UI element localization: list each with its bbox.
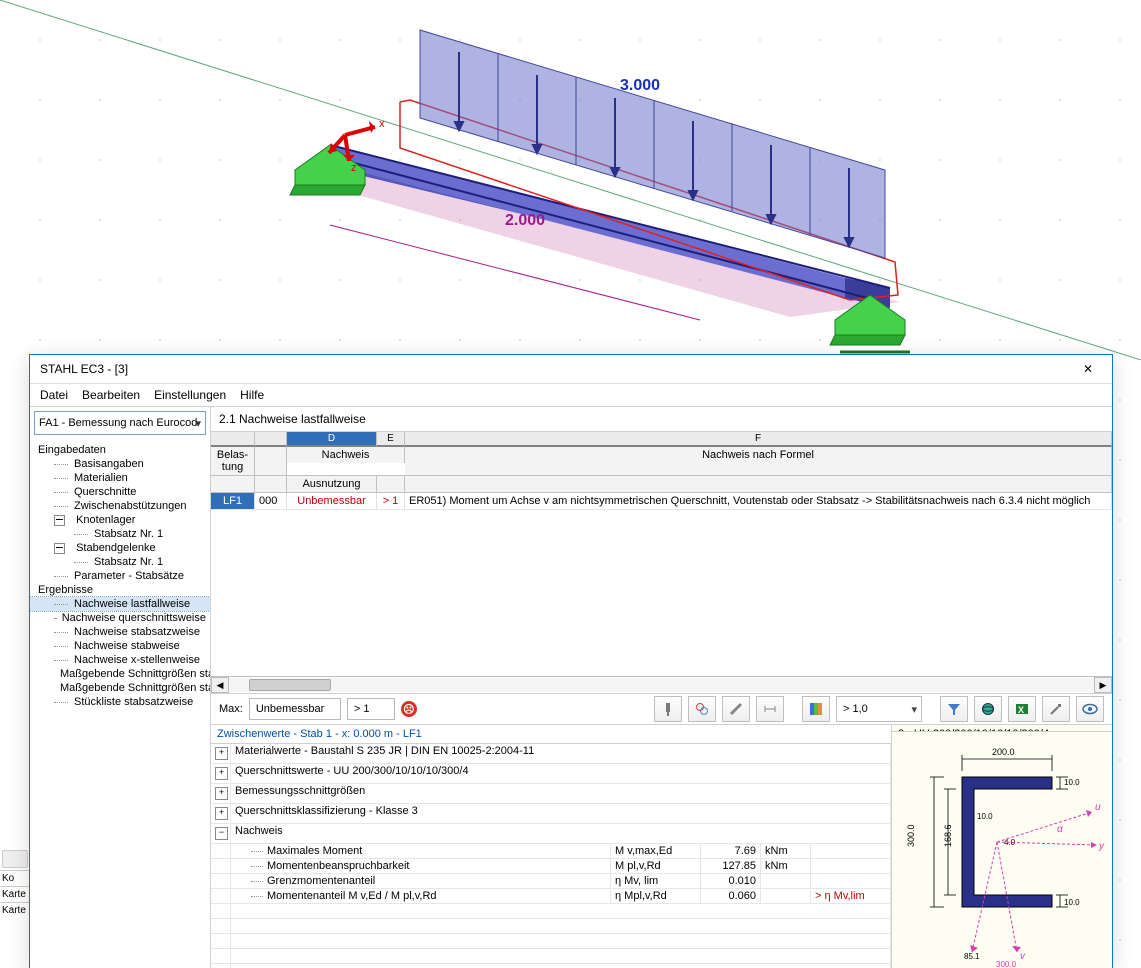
tool-eye-icon[interactable] — [1076, 696, 1104, 722]
svg-text:α: α — [1057, 824, 1063, 835]
window-title: STAHL EC3 - [3] — [40, 362, 1070, 376]
svg-text:z: z — [351, 162, 357, 174]
expand-icon[interactable]: + — [215, 787, 228, 800]
case-selector[interactable]: FA1 - Bemessung nach Eurocod — [34, 411, 206, 435]
tool-globe-icon[interactable] — [974, 696, 1002, 722]
col-d[interactable]: D — [287, 432, 377, 447]
svg-text:300.0: 300.0 — [906, 824, 916, 847]
expand-icon[interactable]: + — [215, 807, 228, 820]
max-ratio: > 1 — [347, 698, 395, 720]
tool-colorscale-icon[interactable] — [802, 696, 830, 722]
detail-row[interactable]: Momentenanteil M v,Ed / M pl,v,Rdη Mpl,v… — [211, 889, 891, 904]
svg-text:10.0: 10.0 — [1064, 898, 1080, 907]
col-f[interactable]: F — [405, 432, 1112, 447]
detail-grid[interactable]: +Materialwerte - Baustahl S 235 JR | DIN… — [211, 744, 891, 968]
tree-querschnitte[interactable]: Querschnitte — [30, 485, 210, 499]
tool-pick-icon[interactable] — [1042, 696, 1070, 722]
expand-icon[interactable]: + — [215, 747, 228, 760]
max-label: Max: — [219, 703, 243, 715]
svg-text:u: u — [1095, 802, 1101, 813]
tool-member-icon[interactable] — [722, 696, 750, 722]
menu-datei[interactable]: Datei — [40, 388, 68, 402]
scroll-thumb[interactable] — [249, 679, 331, 691]
tree-massgebende-stabsatzweise[interactable]: Maßgebende Schnittgrößen stabsatzweise — [30, 681, 210, 695]
detail-row[interactable]: Grenzmomentenanteilη Mv, lim0.010 — [211, 874, 891, 889]
tree-zwischenabstuetzungen[interactable]: Zwischenabstützungen — [30, 499, 210, 513]
error-icon: ☹ — [401, 701, 417, 717]
collapse-icon[interactable]: − — [215, 827, 228, 840]
svg-text:y: y — [1098, 841, 1105, 852]
svg-text:x: x — [379, 118, 385, 130]
cross-section-title: 3 - UU 200/300/10/10/10/300/4 — [892, 725, 1112, 732]
dialog-window: STAHL EC3 - [3] ✕ Datei Bearbeiten Einst… — [29, 354, 1113, 968]
hdr-ausnutzung: Ausnutzung — [287, 476, 377, 493]
hdr-belastung: Belas- tung — [211, 447, 255, 475]
filter-combo[interactable]: > 1,0 — [836, 696, 922, 722]
svg-text:v: v — [1020, 951, 1026, 962]
tool-balloon-icon[interactable] — [688, 696, 716, 722]
menu-bar: Datei Bearbeiten Einstellungen Hilfe — [30, 384, 1112, 406]
close-button[interactable]: ✕ — [1070, 357, 1106, 381]
tool-excel-icon[interactable]: X — [1008, 696, 1036, 722]
svg-text:10.0: 10.0 — [1064, 778, 1080, 787]
tree-knotenlager-stabsatz1[interactable]: Stabsatz Nr. 1 — [30, 527, 210, 541]
load-bottom-label: 2.000 — [505, 212, 545, 229]
load-top-label: 3.000 — [620, 77, 660, 94]
svg-text:85.1: 85.1 — [964, 952, 980, 961]
col-e[interactable]: E — [377, 432, 405, 447]
max-status: Unbemessbar — [249, 698, 341, 720]
viewport-3d[interactable]: x z — [0, 0, 1141, 360]
section-title: 2.1 Nachweise lastfallweise — [211, 407, 1112, 432]
scroll-left[interactable]: ◀ — [211, 677, 229, 693]
tree-materialien[interactable]: Materialien — [30, 471, 210, 485]
hdr-nachweis: Nachweis — [287, 447, 405, 463]
tool-pin-icon[interactable] — [654, 696, 682, 722]
parent-panel-peek: Ko Karte Karte — [0, 848, 30, 968]
svg-text:168.6: 168.6 — [943, 824, 953, 847]
proof-status: Unbemessbar — [287, 493, 377, 509]
svg-text:200.0: 200.0 — [992, 747, 1015, 757]
tree-eingabedaten[interactable]: Eingabedaten — [30, 443, 210, 457]
tree-nachweise-lastfallweise[interactable]: Nachweise lastfallweise — [30, 597, 210, 611]
tree-stabendgelenke[interactable]: Stabendgelenke — [30, 541, 210, 555]
svg-text:10.0: 10.0 — [977, 812, 993, 821]
tree-stueckliste[interactable]: Stückliste stabsatzweise — [30, 695, 210, 709]
detail-row[interactable]: Maximales MomentM v,max,Ed7.69kNm — [211, 844, 891, 859]
scroll-right[interactable]: ▶ — [1094, 677, 1112, 693]
cross-section-panel: 3 - UU 200/300/10/10/10/300/4 — [892, 725, 1112, 968]
tree-nachweise-stabweise[interactable]: Nachweise stabweise — [30, 639, 210, 653]
tree-basisangaben[interactable]: Basisangaben — [30, 457, 210, 471]
tree-massgebende-stabweise[interactable]: Maßgebende Schnittgrößen stabweise — [30, 667, 210, 681]
svg-text:X: X — [1018, 705, 1024, 715]
detail-title: Zwischenwerte - Stab 1 - x: 0.000 m - LF… — [211, 725, 891, 744]
tree-parameter-stabsaetze[interactable]: Parameter - Stabsätze — [30, 569, 210, 583]
horizontal-scrollbar[interactable]: ◀ ▶ — [211, 676, 1112, 693]
warning-flag: > η Mv,lim — [811, 889, 891, 903]
detail-row[interactable]: MomentenbeanspruchbarkeitM pl,v,Rd127.85… — [211, 859, 891, 874]
tree-nachweise-stabsatzweise[interactable]: Nachweise stabsatzweise — [30, 625, 210, 639]
proof-lf: LF1 — [211, 493, 255, 509]
cross-section-drawing: 200.0 300.0 168.6 10.0 10.0 10.0 4.0 — [897, 732, 1107, 968]
proof-text: ER051) Moment um Achse v am nichtsymmetr… — [405, 493, 1112, 509]
proof-row[interactable]: LF1 000 Unbemessbar > 1 ER051) Moment um… — [211, 493, 1112, 510]
tree-stabendgelenke-stabsatz1[interactable]: Stabsatz Nr. 1 — [30, 555, 210, 569]
menu-bearbeiten[interactable]: Bearbeiten — [82, 388, 140, 402]
tool-dim-icon[interactable] — [756, 696, 784, 722]
menu-einstellungen[interactable]: Einstellungen — [154, 388, 226, 402]
tool-filter-icon[interactable] — [940, 696, 968, 722]
svg-text:300.0: 300.0 — [996, 960, 1017, 968]
tree-ergebnisse[interactable]: Ergebnisse — [30, 583, 210, 597]
hdr-formel: Nachweis nach Formel — [405, 447, 1112, 475]
tree-nachweise-querschnittsweise[interactable]: Nachweise querschnittsweise — [30, 611, 210, 625]
navigator-tree[interactable]: Eingabedaten Basisangaben Materialien Qu… — [30, 439, 210, 968]
expand-icon[interactable]: + — [215, 767, 228, 780]
tree-knotenlager[interactable]: Knotenlager — [30, 513, 210, 527]
proof-ratio: > 1 — [377, 493, 405, 509]
tree-nachweise-xstellenweise[interactable]: Nachweise x-stellenweise — [30, 653, 210, 667]
menu-hilfe[interactable]: Hilfe — [240, 388, 264, 402]
